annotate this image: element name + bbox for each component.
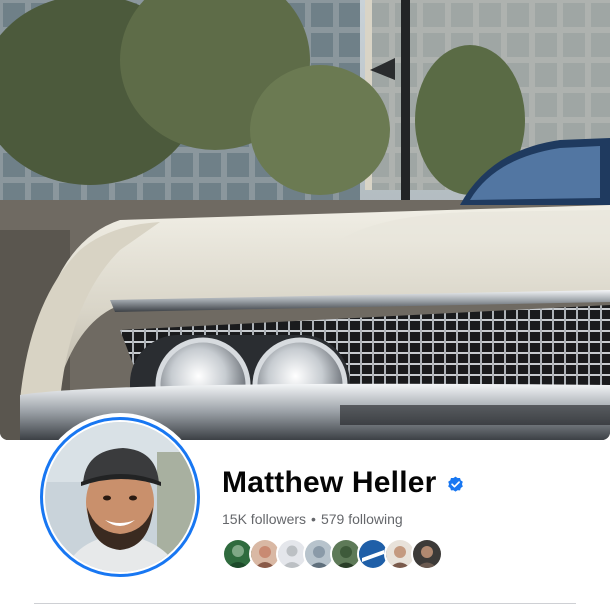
profile-avatar[interactable] bbox=[36, 413, 204, 581]
avatar-image bbox=[45, 422, 195, 572]
profile-stats: 15K followers • 579 following bbox=[222, 511, 403, 527]
profile-name: Matthew Heller bbox=[222, 466, 437, 499]
avatar-frame bbox=[40, 417, 200, 577]
cover-photo-image bbox=[0, 0, 610, 440]
following-link[interactable]: 579 following bbox=[321, 511, 403, 527]
profile-name-row: Matthew Heller bbox=[222, 466, 464, 500]
cover-photo[interactable] bbox=[0, 0, 610, 440]
stats-separator: • bbox=[311, 511, 316, 527]
friends-avatar-strip bbox=[222, 538, 443, 570]
followers-link[interactable]: 15K followers bbox=[222, 511, 306, 527]
verified-badge-icon[interactable] bbox=[447, 476, 464, 493]
section-divider bbox=[34, 603, 576, 604]
friend-avatar[interactable] bbox=[411, 538, 443, 570]
